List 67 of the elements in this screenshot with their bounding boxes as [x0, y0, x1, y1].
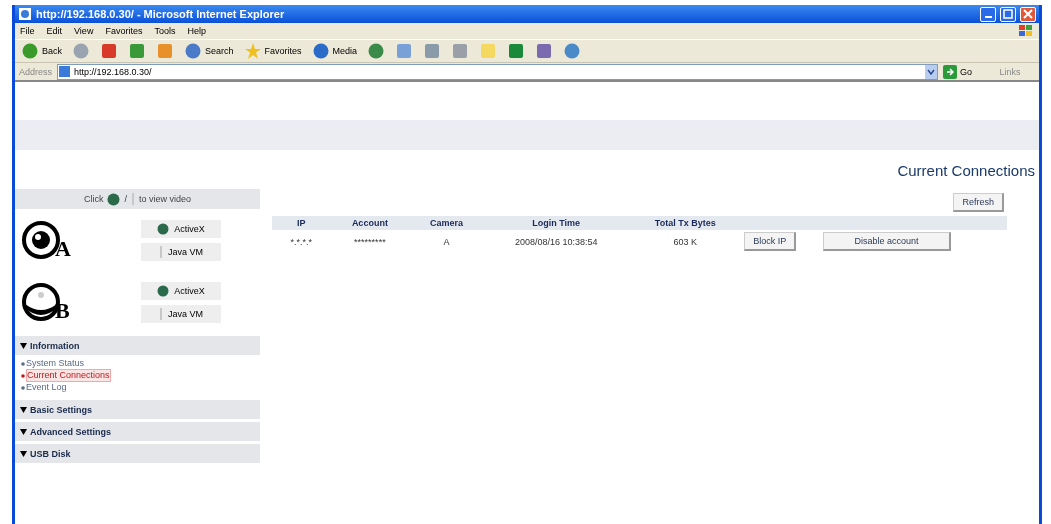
menu-item[interactable]: Help [187, 26, 206, 36]
close-icon [1023, 9, 1033, 19]
back-button[interactable]: Back [19, 42, 64, 60]
windows-logo-icon [1018, 24, 1034, 38]
camera-letter: A [55, 238, 71, 260]
table-cell: 2008/08/16 10:38:54 [483, 230, 629, 253]
column-header: Account [330, 216, 410, 230]
java-icon [131, 193, 135, 205]
disable-account-button[interactable]: Disable account [823, 232, 952, 251]
favorites-icon [243, 42, 262, 60]
table-cell: A [409, 230, 484, 253]
sidebar-link[interactable]: Current Connections [26, 369, 111, 382]
maximize-icon [1003, 9, 1013, 19]
table-cell: ********* [330, 230, 410, 253]
section-header[interactable]: Information [15, 336, 260, 355]
java-icon [159, 245, 163, 258]
go-button[interactable]: Go [943, 64, 980, 79]
section-header[interactable]: USB Disk [15, 444, 260, 463]
search-button[interactable]: Search [182, 42, 236, 60]
table-cell: 603 K [628, 230, 743, 253]
page-heading: Current Connections [896, 161, 1036, 181]
column-header: Login Time [483, 216, 629, 230]
media-button[interactable]: Media [309, 42, 360, 60]
minimize-button[interactable] [980, 6, 996, 22]
table-cell: *.*.*.* [272, 230, 331, 253]
browser-icon [18, 7, 32, 21]
maximize-button[interactable] [1000, 6, 1016, 22]
activex-icon [157, 222, 170, 235]
sidebar-link[interactable]: System Status [26, 358, 85, 369]
java-icon [159, 307, 163, 320]
page-icon [58, 65, 72, 78]
bullet-icon [21, 385, 25, 390]
menu-item[interactable]: View [74, 26, 94, 36]
menu-item[interactable]: Favorites [105, 26, 143, 36]
triangle-icon [20, 428, 27, 435]
refresh-button[interactable]: Refresh [953, 193, 1004, 212]
hint-text: to view video [139, 194, 191, 204]
close-button[interactable] [1020, 6, 1036, 22]
java-vm-button[interactable]: Java VM [141, 304, 221, 323]
address-label: Address [19, 66, 53, 77]
triangle-icon [20, 342, 27, 349]
address-field[interactable]: http://192.168.0.30/ [57, 63, 938, 80]
block-ip-button[interactable]: Block IP [744, 232, 797, 251]
triangle-icon [20, 406, 27, 413]
activex-button[interactable]: ActiveX [141, 281, 221, 300]
window-title: http://192.168.0.30/ - Microsoft Internet Explorer [36, 8, 285, 20]
menu-item[interactable]: Edit [46, 26, 63, 36]
bullet-icon [21, 361, 25, 366]
favorites-button[interactable]: Favorites [241, 42, 304, 60]
dropdown-icon [925, 64, 937, 79]
hint-text: / [124, 194, 127, 204]
activex-icon [157, 284, 170, 297]
minimize-icon [984, 16, 992, 18]
menu-item[interactable]: Tools [154, 26, 176, 36]
triangle-icon [20, 450, 27, 457]
sidebar-link[interactable]: Event Log [26, 382, 67, 393]
activex-icon [107, 192, 121, 206]
section-header[interactable]: Advanced Settings [15, 422, 260, 441]
column-header: Total Tx Bytes [628, 216, 743, 230]
bullet-icon [21, 373, 25, 378]
section-header[interactable]: Basic Settings [15, 400, 260, 419]
column-header: Camera [409, 216, 484, 230]
java-vm-button[interactable]: Java VM [141, 242, 221, 261]
column-header: IP [272, 216, 331, 230]
hint-text: Click [83, 194, 104, 204]
activex-button[interactable]: ActiveX [141, 219, 221, 238]
menu-item[interactable]: File [20, 26, 35, 36]
